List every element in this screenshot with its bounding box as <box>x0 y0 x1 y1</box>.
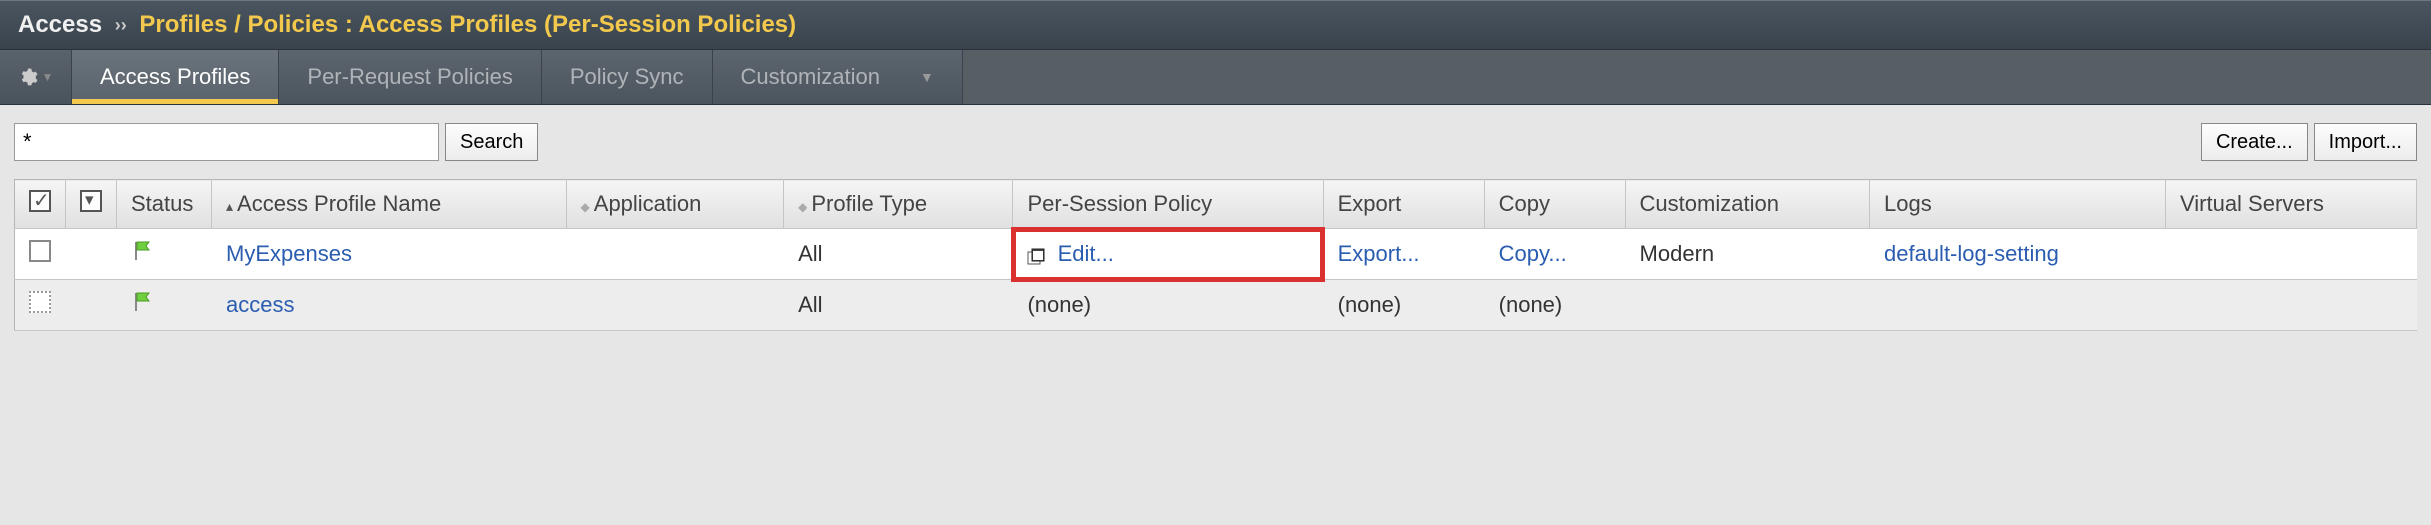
content-area: Search Create... Import... Status Access… <box>0 105 2431 349</box>
row-export-cell: (none) <box>1323 280 1484 331</box>
row-logs-cell: default-log-setting <box>1870 229 2166 280</box>
table-row: MyExpenses All Edit... Export... Copy...… <box>15 229 2417 280</box>
profiles-table: Status Access Profile Name Application P… <box>14 179 2417 331</box>
header-export[interactable]: Export <box>1323 180 1484 229</box>
search-button[interactable]: Search <box>445 123 538 161</box>
profile-link[interactable]: MyExpenses <box>226 241 352 266</box>
table-row: access All (none) (none) (none) <box>15 280 2417 331</box>
tab-access-profiles[interactable]: Access Profiles <box>72 50 279 104</box>
row-vs-cell <box>2165 229 2416 280</box>
header-per-session[interactable]: Per-Session Policy <box>1013 180 1323 229</box>
breadcrumb: Access ›› Profiles / Policies : Access P… <box>0 0 2431 50</box>
tab-per-request-policies[interactable]: Per-Request Policies <box>279 50 541 104</box>
checkbox-icon <box>29 291 51 313</box>
row-name-cell: access <box>212 280 567 331</box>
header-filter[interactable] <box>66 180 117 229</box>
tab-customization[interactable]: Customization ▼ <box>713 50 963 104</box>
row-profile-type-cell: All <box>784 280 1013 331</box>
breadcrumb-path: Profiles / Policies : Access Profiles (P… <box>139 11 796 38</box>
header-customization[interactable]: Customization <box>1625 180 1869 229</box>
header-virtual-servers[interactable]: Virtual Servers <box>2165 180 2416 229</box>
tab-policy-sync[interactable]: Policy Sync <box>542 50 713 104</box>
row-name-cell: MyExpenses <box>212 229 567 280</box>
popup-icon <box>1027 246 1045 264</box>
row-per-session-cell: (none) <box>1013 280 1323 331</box>
row-export-cell: Export... <box>1323 229 1484 280</box>
row-copy-cell: (none) <box>1484 280 1625 331</box>
row-status-cell <box>117 229 212 280</box>
row-application-cell <box>566 280 784 331</box>
copy-link[interactable]: Copy... <box>1499 241 1567 266</box>
row-profile-type-cell: All <box>784 229 1013 280</box>
import-button[interactable]: Import... <box>2314 123 2417 161</box>
row-vs-cell <box>2165 280 2416 331</box>
profile-link[interactable]: access <box>226 292 294 317</box>
toolbar: Search Create... Import... <box>14 123 2417 161</box>
breadcrumb-root[interactable]: Access <box>18 11 102 38</box>
row-copy-cell: Copy... <box>1484 229 1625 280</box>
tab-label: Access Profiles <box>100 64 250 90</box>
edit-link[interactable]: Edit... <box>1058 241 1114 266</box>
export-link[interactable]: Export... <box>1338 241 1420 266</box>
tab-bar: ▼ Access Profiles Per-Request Policies P… <box>0 50 2431 105</box>
header-status[interactable]: Status <box>117 180 212 229</box>
caret-down-icon: ▼ <box>42 70 54 84</box>
row-per-session-cell: Edit... <box>1013 229 1323 280</box>
table-header-row: Status Access Profile Name Application P… <box>15 180 2417 229</box>
tab-label: Policy Sync <box>570 64 684 90</box>
header-application[interactable]: Application <box>566 180 784 229</box>
flag-icon <box>131 239 155 263</box>
logs-link[interactable]: default-log-setting <box>1884 241 2059 266</box>
header-select-all[interactable] <box>15 180 66 229</box>
checkbox-icon <box>29 240 51 262</box>
row-customization-cell: Modern <box>1625 229 1869 280</box>
chevron-down-icon: ▼ <box>920 69 934 85</box>
header-profile-type[interactable]: Profile Type <box>784 180 1013 229</box>
tab-label: Customization <box>741 64 880 90</box>
header-copy[interactable]: Copy <box>1484 180 1625 229</box>
row-customization-cell <box>1625 280 1869 331</box>
row-dd-cell <box>66 280 117 331</box>
create-button[interactable]: Create... <box>2201 123 2308 161</box>
flag-icon <box>131 290 155 314</box>
check-icon <box>29 190 51 212</box>
header-logs[interactable]: Logs <box>1870 180 2166 229</box>
row-checkbox-cell[interactable] <box>15 229 66 280</box>
row-status-cell <box>117 280 212 331</box>
gear-icon <box>18 67 38 87</box>
row-logs-cell <box>1870 280 2166 331</box>
row-checkbox-cell[interactable] <box>15 280 66 331</box>
breadcrumb-sep: ›› <box>115 15 127 35</box>
header-name[interactable]: Access Profile Name <box>212 180 567 229</box>
tab-label: Per-Request Policies <box>307 64 512 90</box>
search-input[interactable] <box>14 123 439 161</box>
dropdown-icon <box>80 190 102 212</box>
gear-menu[interactable]: ▼ <box>0 50 72 104</box>
row-application-cell <box>566 229 784 280</box>
row-dd-cell <box>66 229 117 280</box>
